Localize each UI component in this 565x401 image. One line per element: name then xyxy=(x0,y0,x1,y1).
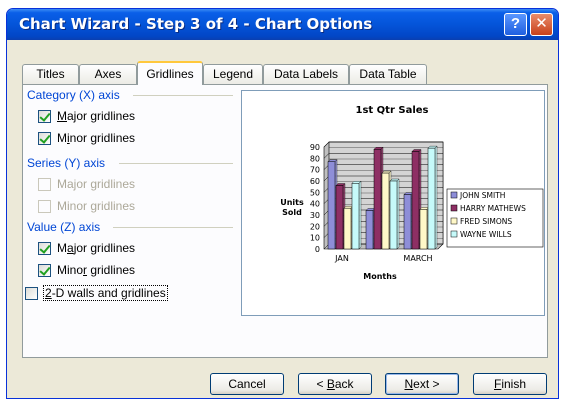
help-icon: ? xyxy=(510,15,521,32)
y-tick-label: 10 xyxy=(310,234,320,243)
checkbox-label: Minor gridlines xyxy=(57,131,136,145)
bar xyxy=(427,147,436,250)
bar xyxy=(373,149,382,250)
legend-swatch xyxy=(450,191,458,199)
help-button[interactable]: ? xyxy=(504,13,527,36)
legend-entry: FRED SIMONS xyxy=(460,217,512,226)
bar xyxy=(365,210,374,250)
checkbox-box[interactable] xyxy=(38,242,51,255)
legend-entry: JOHN SMITH xyxy=(459,191,505,200)
bar xyxy=(381,172,390,250)
bar xyxy=(403,194,412,250)
group-divider xyxy=(119,163,233,164)
tab-gridlines[interactable]: Gridlines xyxy=(137,61,203,85)
gridlines-panel: Category (X) axis Major gridlines Minor … xyxy=(22,84,548,358)
tab-titles[interactable]: Titles xyxy=(22,64,79,84)
checkbox-box[interactable] xyxy=(38,110,51,123)
group-divider xyxy=(113,227,233,228)
x-axis-label: Months xyxy=(363,272,397,281)
y-tick-label: 50 xyxy=(310,188,320,197)
y-tick-label: 20 xyxy=(310,222,320,231)
chart-svg: 1st Qtr Sales 90 80 70 60 50 40 30 20 10 0 UnitsSol… xyxy=(280,105,544,281)
checkbox-label: Minor gridlines xyxy=(57,199,136,213)
next-button[interactable]: Next > xyxy=(385,373,459,395)
window-title: Chart Wizard - Step 3 of 4 - Chart Optio… xyxy=(19,15,373,33)
tab-data-labels[interactable]: Data Labels xyxy=(263,64,349,84)
bar xyxy=(343,207,352,250)
checkbox-label: Minor gridlines xyxy=(57,263,136,277)
dialog-body: Titles Axes Gridlines Legend Data Labels… xyxy=(10,40,555,396)
checkbox-box[interactable] xyxy=(38,178,51,191)
series-axis-group-label: Series (Y) axis xyxy=(27,156,106,170)
legend-swatch xyxy=(450,204,458,212)
legend-swatch xyxy=(450,230,458,238)
cancel-button[interactable]: Cancel xyxy=(210,373,284,395)
chart-title: 1st Qtr Sales xyxy=(356,105,429,116)
tab-legend[interactable]: Legend xyxy=(203,64,263,84)
chart-wizard-dialog: Chart Wizard - Step 3 of 4 - Chart Optio… xyxy=(6,8,559,399)
bar xyxy=(335,185,344,250)
bar-side xyxy=(434,145,438,250)
finish-button[interactable]: Finish xyxy=(473,373,547,395)
y-axis-label: Units xyxy=(280,198,304,207)
y-tick-label: 80 xyxy=(310,154,320,163)
checkbox-box[interactable] xyxy=(25,287,38,300)
back-button[interactable]: < Back xyxy=(298,373,372,395)
y-tick-label: 0 xyxy=(315,245,320,254)
category-axis-group-label: Category (X) axis xyxy=(27,88,120,102)
y-tick-label: 30 xyxy=(310,211,320,220)
y-tick-label: 40 xyxy=(310,200,320,209)
bar-side xyxy=(396,178,400,250)
chart-preview: 1st Qtr Sales 90 80 70 60 50 40 30 20 10 0 Units Sol… xyxy=(241,90,545,316)
bar xyxy=(411,151,420,250)
value-axis-group-label: Value (Z) axis xyxy=(27,220,101,234)
legend-swatch xyxy=(450,217,458,225)
legend-entry: WAYNE WILLS xyxy=(460,230,512,239)
bar xyxy=(351,183,360,250)
x-tick-label: MARCH xyxy=(403,254,432,263)
y-tick-label: 60 xyxy=(310,177,320,186)
legend-entry: HARRY MATHEWS xyxy=(460,204,526,213)
y-tick-label: 90 xyxy=(310,143,320,152)
y-tick-label: 70 xyxy=(310,166,320,175)
y-axis-label: Sold xyxy=(282,208,302,217)
bar xyxy=(327,161,336,250)
bar xyxy=(389,180,398,250)
bar-side xyxy=(358,180,362,250)
tab-data-table[interactable]: Data Table xyxy=(349,64,427,84)
checkbox-label: 2-D walls and gridlines xyxy=(43,285,168,301)
close-icon: ✕ xyxy=(535,15,548,32)
group-divider xyxy=(133,95,233,96)
title-bar[interactable]: Chart Wizard - Step 3 of 4 - Chart Optio… xyxy=(7,9,558,40)
x-tick-label: JAN xyxy=(334,254,349,263)
checkbox-box[interactable] xyxy=(38,200,51,213)
checkbox-label: Major gridlines xyxy=(57,177,136,191)
bar xyxy=(419,209,428,250)
checkbox-box[interactable] xyxy=(38,264,51,277)
checkbox-box[interactable] xyxy=(38,132,51,145)
checkbox-label: Major gridlines xyxy=(57,109,136,123)
checkbox-label: Major gridlines xyxy=(57,241,136,255)
close-button[interactable]: ✕ xyxy=(530,13,553,36)
tab-axes[interactable]: Axes xyxy=(79,64,137,84)
